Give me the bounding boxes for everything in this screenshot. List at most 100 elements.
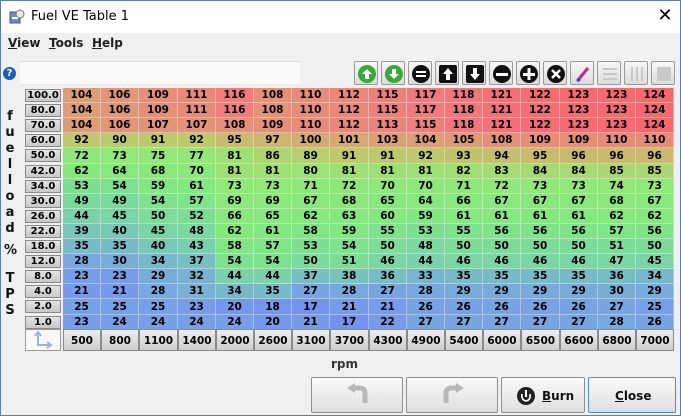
ve-table-cell[interactable]: 73 <box>254 179 292 194</box>
ve-table-cell[interactable]: 113 <box>369 118 407 133</box>
ve-table-cell[interactable]: 104 <box>407 133 445 148</box>
ve-table-cell[interactable]: 86 <box>254 148 292 164</box>
ve-table-cell[interactable]: 50 <box>636 239 674 254</box>
load-axis-cell[interactable]: 2.0 <box>25 300 61 313</box>
ve-table-cell[interactable]: 110 <box>292 103 330 118</box>
ve-table-cell[interactable]: 124 <box>636 88 674 103</box>
ve-table-cell[interactable]: 108 <box>254 103 292 118</box>
ve-table-cell[interactable]: 108 <box>483 133 521 148</box>
ve-table-cell[interactable]: 121 <box>483 88 521 103</box>
rpm-axis-cell[interactable]: 800 <box>101 329 139 351</box>
ve-table-cell[interactable]: 61 <box>483 209 521 224</box>
ve-table-cell[interactable]: 93 <box>445 148 483 164</box>
ve-table-cell[interactable]: 35 <box>63 239 101 254</box>
ve-table-cell[interactable]: 115 <box>369 103 407 118</box>
ve-table-cell[interactable]: 48 <box>407 239 445 254</box>
ve-table-cell[interactable]: 123 <box>598 88 636 103</box>
ve-table-cell[interactable]: 35 <box>101 239 139 254</box>
ve-table-cell[interactable]: 56 <box>636 224 674 239</box>
ve-table-cell[interactable]: 123 <box>598 118 636 133</box>
ve-table-cell[interactable]: 59 <box>330 224 369 239</box>
ve-table-cell[interactable]: 106 <box>101 118 139 133</box>
multiply-button[interactable] <box>543 61 567 85</box>
rpm-axis-cell[interactable]: 6600 <box>560 329 598 351</box>
ve-table-cell[interactable]: 112 <box>330 103 369 118</box>
ve-table-cell[interactable]: 24 <box>178 315 216 330</box>
ve-table-cell[interactable]: 81 <box>254 164 292 179</box>
ve-table-cell[interactable]: 117 <box>407 88 445 103</box>
load-axis-cell[interactable]: 34.0 <box>25 180 61 193</box>
ve-table-cell[interactable]: 60 <box>369 209 407 224</box>
ve-table-cell[interactable]: 21 <box>369 299 407 315</box>
ve-table-cell[interactable]: 54 <box>139 194 178 209</box>
vertical-interpolate-button[interactable] <box>597 61 621 85</box>
ve-table-cell[interactable]: 115 <box>407 118 445 133</box>
ve-table-cell[interactable]: 29 <box>483 284 521 299</box>
ve-table-cell[interactable]: 37 <box>178 254 216 269</box>
rpm-axis-cell[interactable]: 2600 <box>254 329 292 351</box>
ve-table-cell[interactable]: 96 <box>560 148 598 164</box>
ve-table-cell[interactable]: 54 <box>254 254 292 269</box>
ve-table-cell[interactable]: 116 <box>216 103 254 118</box>
ve-table-cell[interactable]: 73 <box>521 179 560 194</box>
ve-table-cell[interactable]: 34 <box>216 284 254 299</box>
ve-table-cell[interactable]: 22 <box>369 315 407 330</box>
ve-table-cell[interactable]: 25 <box>101 299 139 315</box>
ve-table-cell[interactable]: 72 <box>483 179 521 194</box>
ve-table-cell[interactable]: 124 <box>636 103 674 118</box>
ve-table-cell[interactable]: 71 <box>292 179 330 194</box>
ve-table-cell[interactable]: 115 <box>369 88 407 103</box>
ve-table-cell[interactable]: 54 <box>216 254 254 269</box>
ve-table-cell[interactable]: 123 <box>560 88 598 103</box>
ve-table-cell[interactable]: 101 <box>330 133 369 148</box>
ve-table-cell[interactable]: 94 <box>483 148 521 164</box>
ve-table-cell[interactable]: 49 <box>101 194 139 209</box>
rpm-axis-cell[interactable]: 3100 <box>292 329 330 351</box>
ve-table-cell[interactable]: 59 <box>407 209 445 224</box>
ve-table-cell[interactable]: 20 <box>216 299 254 315</box>
ve-table-cell[interactable]: 121 <box>483 103 521 118</box>
ve-table-cell[interactable]: 81 <box>369 164 407 179</box>
ve-table-cell[interactable]: 27 <box>369 284 407 299</box>
ve-table-cell[interactable]: 53 <box>292 239 330 254</box>
ve-table-cell[interactable]: 122 <box>521 88 560 103</box>
ve-table-cell[interactable]: 108 <box>254 88 292 103</box>
ve-table-cell[interactable]: 53 <box>63 179 101 194</box>
ve-table-cell[interactable]: 20 <box>254 315 292 330</box>
load-axis-cell[interactable]: 60.0 <box>25 134 61 147</box>
ve-table-cell[interactable]: 67 <box>292 194 330 209</box>
ve-table-cell[interactable]: 48 <box>178 224 216 239</box>
ve-table-cell[interactable]: 23 <box>63 269 101 284</box>
ve-table-cell[interactable]: 96 <box>636 148 674 164</box>
load-axis-cell[interactable]: 4.0 <box>25 285 61 298</box>
ve-table-cell[interactable]: 58 <box>216 239 254 254</box>
ve-table-cell[interactable]: 35 <box>560 269 598 284</box>
rpm-axis-cell[interactable]: 6000 <box>483 329 521 351</box>
ve-table-cell[interactable]: 118 <box>445 88 483 103</box>
load-axis-cell[interactable]: 18.0 <box>25 240 61 253</box>
ve-table-cell[interactable]: 75 <box>139 148 178 164</box>
ve-table-cell[interactable]: 52 <box>178 209 216 224</box>
ve-table-cell[interactable]: 49 <box>63 194 101 209</box>
rpm-axis-cell[interactable]: 500 <box>63 329 101 351</box>
ve-table-cell[interactable]: 51 <box>330 254 369 269</box>
ve-table-cell[interactable]: 36 <box>369 269 407 284</box>
ve-table-cell[interactable]: 45 <box>139 224 178 239</box>
rpm-axis-cell[interactable]: 4900 <box>407 329 445 351</box>
ve-table-cell[interactable]: 27 <box>292 284 330 299</box>
ve-table-cell[interactable]: 51 <box>598 239 636 254</box>
ve-table-cell[interactable]: 110 <box>292 88 330 103</box>
ve-table-cell[interactable]: 91 <box>369 148 407 164</box>
ve-table-cell[interactable]: 21 <box>101 284 139 299</box>
ve-table-cell[interactable]: 35 <box>254 284 292 299</box>
ve-table-cell[interactable]: 21 <box>292 315 330 330</box>
ve-table-cell[interactable]: 73 <box>216 179 254 194</box>
ve-table-cell[interactable]: 67 <box>560 194 598 209</box>
ve-table-cell[interactable]: 110 <box>292 118 330 133</box>
ve-table-cell[interactable]: 90 <box>101 133 139 148</box>
ve-table-cell[interactable]: 24 <box>216 315 254 330</box>
ve-table-cell[interactable]: 70 <box>407 179 445 194</box>
ve-table-cell[interactable]: 121 <box>483 118 521 133</box>
rpm-axis-cell[interactable]: 4300 <box>369 329 407 351</box>
ve-table-cell[interactable]: 118 <box>445 103 483 118</box>
